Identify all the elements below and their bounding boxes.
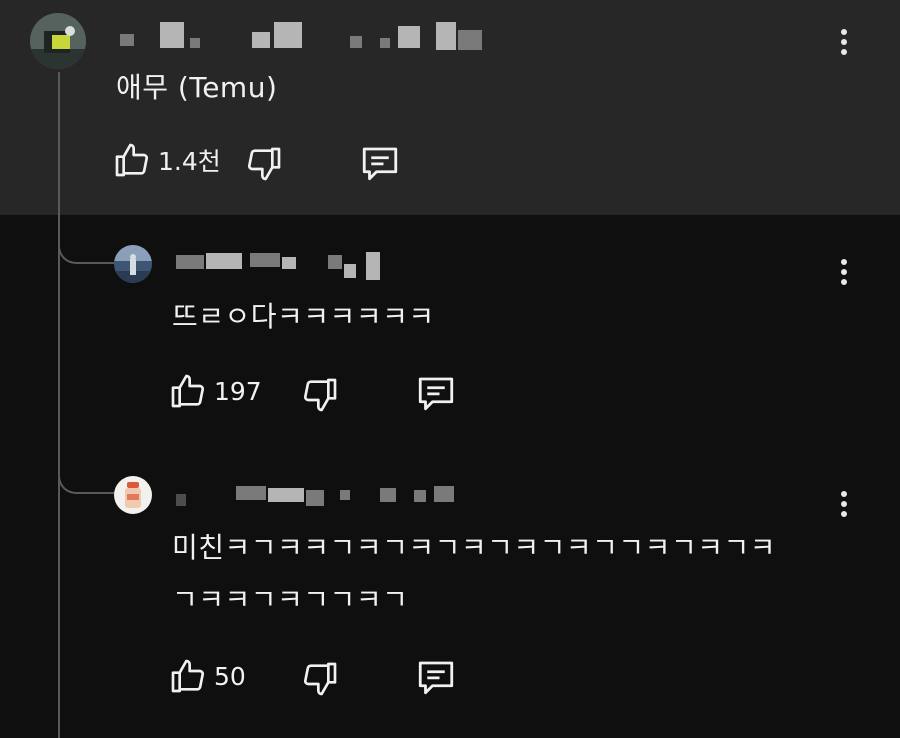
avatar-image xyxy=(30,13,86,69)
avatar-image xyxy=(114,245,152,283)
thumbs-down-icon xyxy=(303,378,337,412)
reply-button[interactable] xyxy=(414,656,458,698)
like-button[interactable]: 197 xyxy=(168,371,262,411)
thumbs-up-icon xyxy=(171,374,205,408)
like-count: 197 xyxy=(214,376,262,406)
comment-text-line-1: 미친ㅋㄱㅋㅋㄱㅋㄱㅋㄱㅋㄱㅋㄱㅋㄱㄱㅋㄱㅋㄱㅋ xyxy=(172,531,776,564)
dislike-button[interactable] xyxy=(244,144,284,184)
like-count: 50 xyxy=(214,661,246,691)
dislike-button[interactable] xyxy=(300,659,340,699)
comment-text-line-2: ㄱㅋㅋㄱㅋㄱㄱㅋㄱ xyxy=(172,583,409,616)
thumbs-up-icon xyxy=(115,143,149,177)
like-button[interactable]: 1.4천 xyxy=(112,140,221,180)
reply-button[interactable] xyxy=(358,142,402,184)
reply-icon xyxy=(418,377,454,411)
thread-connector xyxy=(58,240,114,264)
thumbs-down-icon xyxy=(303,662,337,696)
thread-connector xyxy=(58,470,114,494)
thread-line xyxy=(58,72,60,738)
avatar[interactable] xyxy=(30,13,86,69)
dislike-button[interactable] xyxy=(300,375,340,415)
like-count: 1.4천 xyxy=(158,147,221,176)
comment-text: 뜨ㄹㅇ다ㅋㅋㅋㅋㅋㅋ xyxy=(172,300,435,333)
more-vert-icon[interactable] xyxy=(829,22,859,62)
avatar-image xyxy=(114,476,152,514)
more-vert-icon[interactable] xyxy=(829,252,859,292)
thumbs-down-icon xyxy=(247,147,281,181)
thumbs-up-icon xyxy=(171,659,205,693)
avatar[interactable] xyxy=(114,476,152,514)
avatar[interactable] xyxy=(114,245,152,283)
reply-button[interactable] xyxy=(414,372,458,414)
reply-icon xyxy=(418,661,454,695)
more-vert-icon[interactable] xyxy=(829,484,859,524)
comment-text: 애무 (Temu) xyxy=(116,71,278,104)
reply-icon xyxy=(362,147,398,181)
like-button[interactable]: 50 xyxy=(168,656,246,696)
